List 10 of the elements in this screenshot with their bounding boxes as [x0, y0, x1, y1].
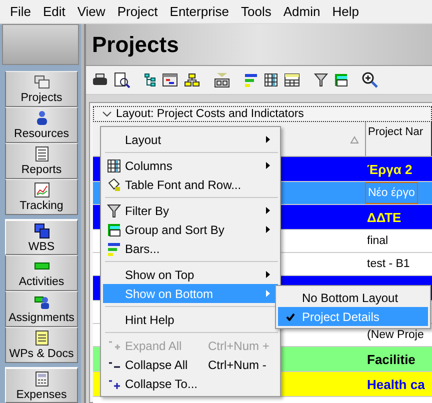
table-cell-text: Facilitie — [366, 350, 416, 368]
table-cell-text: test - B1 — [366, 257, 411, 272]
table-cell-text: ΔΔΤΕ — [366, 208, 402, 226]
table-cell-text: final — [366, 234, 390, 249]
layout-title: Layout: Project Costs and Indictators — [116, 108, 304, 120]
table-cell-text: Έργα 2 — [366, 160, 414, 178]
table-cell: Νέο έργο — [365, 182, 418, 204]
page-title: Projects — [92, 32, 179, 58]
table-cell-text: Health ca — [366, 376, 426, 394]
table-cell-text: (New Proje — [366, 328, 425, 343]
